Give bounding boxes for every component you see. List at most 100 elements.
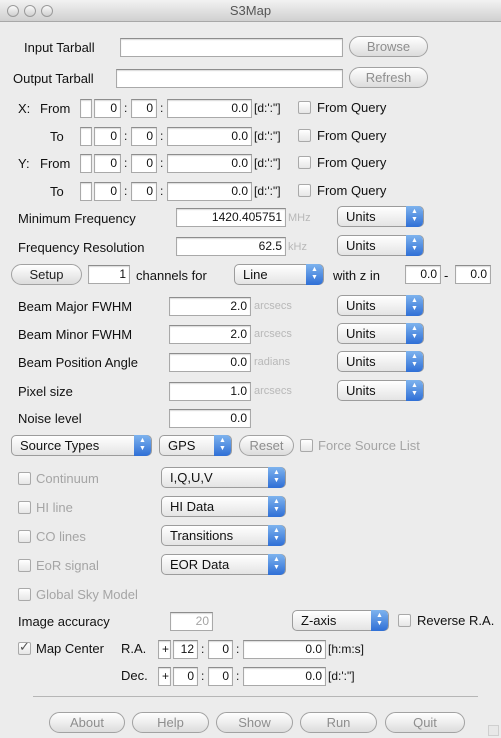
image-accuracy-field[interactable]: 20 <box>170 612 213 631</box>
reset-button[interactable]: Reset <box>239 435 294 456</box>
x-to-query-checkbox[interactable] <box>298 129 311 142</box>
beam-pa-field[interactable]: 0.0 <box>169 353 251 372</box>
min-frequency-field[interactable]: 1420.405751 <box>176 208 286 227</box>
z-max-field[interactable]: 0.0 <box>455 265 491 284</box>
continuum-checkbox[interactable] <box>18 472 31 485</box>
beam-major-label: Beam Major FWHM <box>18 299 133 314</box>
source-types-popup[interactable]: Source Types ▲ ▼ <box>11 435 152 456</box>
popup-arrows-icon: ▲ ▼ <box>406 206 423 227</box>
x-from-sign-field[interactable] <box>80 99 92 118</box>
dec-sign-field[interactable]: + <box>158 667 171 686</box>
x-to-colon-2: : <box>160 129 164 143</box>
y-from-unit: [d:':"] <box>254 156 281 170</box>
show-button[interactable]: Show <box>216 712 293 733</box>
y-to-min-field[interactable]: 0 <box>131 182 157 201</box>
input-tarball-field[interactable] <box>120 38 343 57</box>
output-tarball-field[interactable] <box>116 69 343 88</box>
quit-button[interactable]: Quit <box>385 712 465 733</box>
x-to-sign-field[interactable] <box>80 127 92 146</box>
x-from-min-field[interactable]: 0 <box>131 99 157 118</box>
dec-seconds-field[interactable]: 0.0 <box>243 667 326 686</box>
beam-pa-label: Beam Position Angle <box>18 355 138 370</box>
hi-line-label: HI line <box>36 500 73 515</box>
popup-arrows-icon: ▲ ▼ <box>268 525 285 546</box>
y-from-deg-field[interactable]: 0 <box>94 154 121 173</box>
popup-arrows-icon: ▲ ▼ <box>406 323 423 344</box>
noise-level-field[interactable]: 0.0 <box>169 409 251 428</box>
pixel-size-field[interactable]: 1.0 <box>169 382 251 401</box>
y-from-sign-field[interactable] <box>80 154 92 173</box>
z-min-field[interactable]: 0.0 <box>405 265 441 284</box>
co-lines-checkbox[interactable] <box>18 530 31 543</box>
ra-hours-field[interactable]: 12 <box>173 640 198 659</box>
y-to-deg-field[interactable]: 0 <box>94 182 121 201</box>
hi-line-checkbox[interactable] <box>18 501 31 514</box>
y-to-query-checkbox[interactable] <box>298 184 311 197</box>
resize-grip-icon[interactable] <box>488 725 499 736</box>
min-frequency-units-popup[interactable]: Units ▲ ▼ <box>337 206 424 227</box>
pixel-size-units-popup[interactable]: Units ▲ ▼ <box>337 380 424 401</box>
x-to-min-field[interactable]: 0 <box>131 127 157 146</box>
dec-colon: : <box>201 669 205 683</box>
y-from-min-field[interactable]: 0 <box>131 154 157 173</box>
eor-signal-checkbox[interactable] <box>18 559 31 572</box>
beam-major-field[interactable]: 2.0 <box>169 297 251 316</box>
y-to-sec-field[interactable]: 0.0 <box>167 182 252 201</box>
x-to-deg-field[interactable]: 0 <box>94 127 121 146</box>
units-popup-label: Units <box>346 209 376 224</box>
hi-data-popup[interactable]: HI Data ▲ ▼ <box>161 496 286 517</box>
z-axis-label: Z-axis <box>301 613 337 628</box>
units-popup-label: Units <box>346 298 376 313</box>
global-sky-model-checkbox[interactable] <box>18 588 31 601</box>
ra-colon: : <box>201 642 205 656</box>
beam-minor-field[interactable]: 2.0 <box>169 325 251 344</box>
z-axis-popup[interactable]: Z-axis ▲ ▼ <box>292 610 389 631</box>
x-to-sec-field[interactable]: 0.0 <box>167 127 252 146</box>
beam-major-units-popup[interactable]: Units ▲ ▼ <box>337 295 424 316</box>
channels-field[interactable]: 1 <box>88 265 130 284</box>
setup-button[interactable]: Setup <box>11 264 82 285</box>
y-to-sign-field[interactable] <box>80 182 92 201</box>
browse-button[interactable]: Browse <box>349 36 428 57</box>
run-button[interactable]: Run <box>300 712 377 733</box>
map-center-checkbox[interactable] <box>18 639 31 655</box>
ra-minutes-field[interactable]: 0 <box>208 640 233 659</box>
help-button[interactable]: Help <box>132 712 209 733</box>
y-from-query-checkbox[interactable] <box>298 156 311 169</box>
global-sky-model-label: Global Sky Model <box>36 587 138 602</box>
dec-degrees-field[interactable]: 0 <box>173 667 198 686</box>
y-from-sec-field[interactable]: 0.0 <box>167 154 252 173</box>
x-label: X: <box>18 101 31 116</box>
transitions-popup[interactable]: Transitions ▲ ▼ <box>161 525 286 546</box>
dec-minutes-field[interactable]: 0 <box>208 667 233 686</box>
popup-arrows-icon: ▲ ▼ <box>268 496 285 517</box>
line-mode-popup[interactable]: Line ▲ ▼ <box>234 264 324 285</box>
beam-pa-units-popup[interactable]: Units ▲ ▼ <box>337 351 424 372</box>
x-from-sec-field[interactable]: 0.0 <box>167 99 252 118</box>
y-to-colon-2: : <box>160 184 164 198</box>
continuum-popup[interactable]: I,Q,U,V ▲ ▼ <box>161 467 286 488</box>
x-to-query-label: From Query <box>317 128 387 143</box>
dec-colon-2: : <box>236 669 240 683</box>
force-source-list-checkbox[interactable] <box>300 439 313 452</box>
x-from-deg-field[interactable]: 0 <box>94 99 121 118</box>
eor-data-popup[interactable]: EOR Data ▲ ▼ <box>161 554 286 575</box>
popup-arrows-icon: ▲ ▼ <box>268 554 285 575</box>
ra-sign-field[interactable]: + <box>158 640 171 659</box>
freq-resolution-units-popup[interactable]: Units ▲ ▼ <box>337 235 424 256</box>
hi-data-option: HI Data <box>170 499 215 514</box>
source-types-label: Source Types <box>20 438 100 453</box>
x-to-colon: : <box>124 129 128 143</box>
noise-level-label: Noise level <box>18 411 82 426</box>
force-source-list-label: Force Source List <box>318 438 420 453</box>
x-from-query-checkbox[interactable] <box>298 101 311 114</box>
ra-seconds-field[interactable]: 0.0 <box>243 640 326 659</box>
freq-resolution-field[interactable]: 62.5 <box>176 237 286 256</box>
about-button[interactable]: About <box>49 712 125 733</box>
pixel-size-unit: arcsecs <box>254 385 292 397</box>
refresh-button[interactable]: Refresh <box>349 67 428 88</box>
beam-minor-units-popup[interactable]: Units ▲ ▼ <box>337 323 424 344</box>
gps-popup[interactable]: GPS ▲ ▼ <box>159 435 232 456</box>
reverse-ra-checkbox[interactable] <box>398 614 411 627</box>
dec-unit: [d:':"] <box>328 669 355 683</box>
